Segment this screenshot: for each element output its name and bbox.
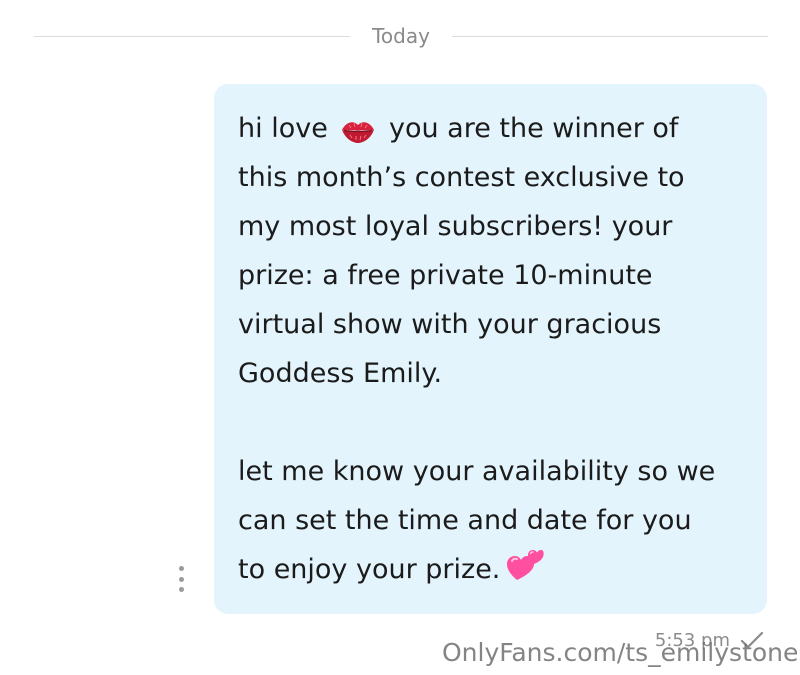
two-hearts-icon <box>506 548 545 582</box>
divider-line-left <box>34 35 351 37</box>
watermark: OnlyFans.com/ts_emilystone <box>442 638 799 667</box>
message-line: virtual show with your gracious <box>238 309 662 340</box>
message-intro-rest: you are the winner of <box>380 113 679 144</box>
message-line: my most loyal subscribers! your <box>238 211 673 242</box>
message-bubble[interactable]: hi love you are the winner of this month… <box>214 84 767 614</box>
message-line: to enjoy your prize. <box>238 545 743 594</box>
message-line: prize: a free private 10-minute <box>238 260 653 291</box>
dot <box>178 566 184 571</box>
message-last-line: to enjoy your prize. <box>238 554 501 585</box>
date-divider: Today <box>34 22 768 50</box>
message-intro: hi love <box>238 113 337 144</box>
dot <box>178 576 184 582</box>
dot <box>178 587 184 592</box>
message-line: can set the time and date for you <box>238 505 692 536</box>
divider-line-right <box>451 35 768 37</box>
date-label: Today <box>372 24 430 48</box>
kiss-mark-icon <box>340 112 376 143</box>
message-line: hi love you are the winner of <box>238 104 743 153</box>
more-options-icon[interactable] <box>171 566 191 592</box>
message-line: Goddess Emily. <box>238 358 443 389</box>
message-line: let me know your availability so we <box>238 456 716 487</box>
chat-screen: Today hi love you are the winner of this… <box>0 0 800 675</box>
message-line: this month’s contest exclusive to <box>238 162 685 193</box>
